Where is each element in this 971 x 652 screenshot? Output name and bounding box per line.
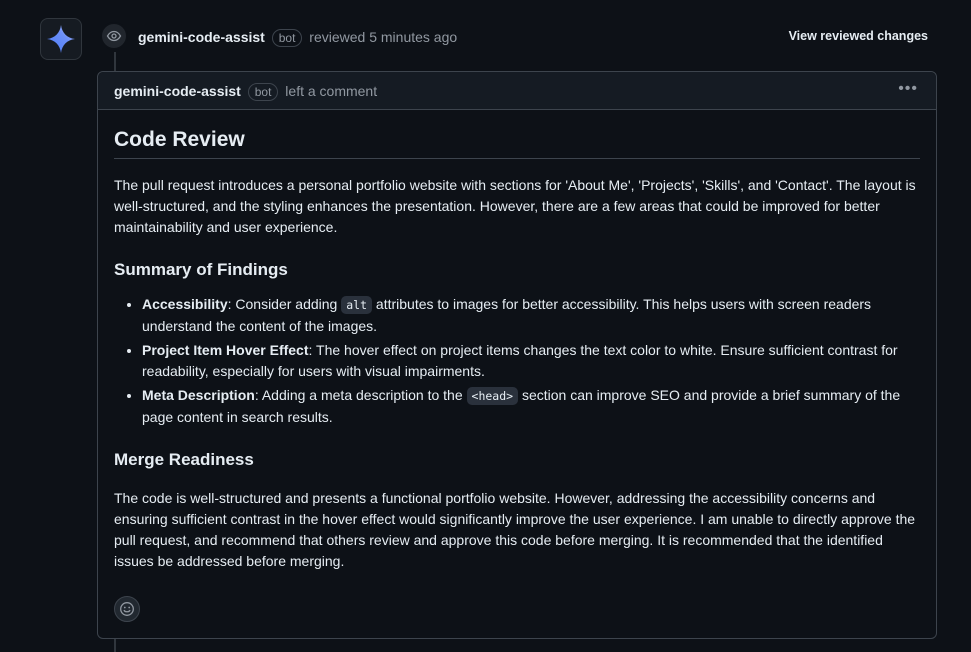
comment-body: Code Review The pull request introduces … — [98, 110, 936, 572]
kebab-icon[interactable]: ••• — [898, 80, 918, 98]
author-avatar[interactable] — [40, 18, 82, 60]
bot-badge: bot — [247, 83, 279, 101]
review-action: reviewed — [309, 29, 366, 45]
finding-text: : Consider adding — [227, 296, 342, 312]
merge-heading: Merge Readiness — [114, 450, 254, 469]
finding-label: Accessibility — [142, 296, 228, 312]
bot-badge: bot — [271, 29, 303, 47]
comment-author-link[interactable]: gemini-code-assist — [114, 83, 241, 99]
comment-action: left a comment — [285, 83, 378, 99]
finding-item: Meta Description: Adding a meta descript… — [142, 385, 920, 428]
review-eye-badge — [100, 22, 128, 50]
inline-code: alt — [341, 296, 373, 314]
review-author-link[interactable]: gemini-code-assist — [138, 29, 265, 45]
review-comment: gemini-code-assist bot left a comment ••… — [97, 71, 937, 639]
inline-code: <head> — [466, 387, 519, 405]
add-reaction-button[interactable] — [114, 596, 140, 622]
merge-paragraph: The code is well-structured and presents… — [114, 490, 916, 569]
review-event-header: gemini-code-assist bot reviewed 5 minute… — [138, 28, 457, 47]
intro-paragraph: The pull request introduces a personal p… — [114, 177, 916, 235]
findings-heading: Summary of Findings — [114, 260, 288, 279]
smiley-icon — [120, 602, 134, 616]
review-time[interactable]: 5 minutes ago — [369, 29, 457, 45]
finding-label: Meta Description — [142, 387, 255, 403]
comment-header: gemini-code-assist bot left a comment ••… — [98, 72, 936, 110]
eye-icon — [106, 30, 122, 42]
finding-item: Accessibility: Consider adding alt attri… — [142, 294, 920, 337]
finding-item: Project Item Hover Effect: The hover eff… — [142, 340, 920, 382]
finding-label: Project Item Hover Effect — [142, 342, 309, 358]
view-reviewed-changes-button[interactable]: View reviewed changes — [789, 29, 928, 43]
comment-title: Code Review — [114, 126, 920, 159]
finding-text: : Adding a meta description to the — [254, 387, 467, 403]
findings-list: Accessibility: Consider adding alt attri… — [114, 294, 920, 428]
gemini-sparkle-icon — [47, 25, 75, 53]
